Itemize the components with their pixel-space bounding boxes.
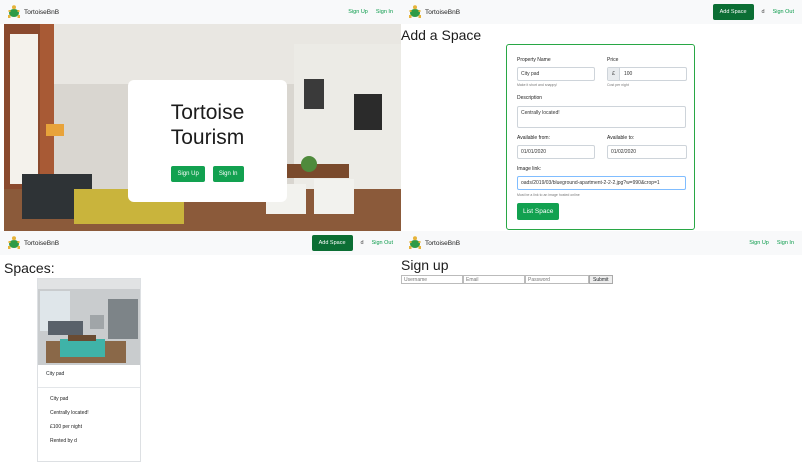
current-user: d bbox=[360, 240, 364, 246]
hero-title-line1: Tortoise bbox=[170, 101, 245, 124]
brand-name: TortoiseBnB bbox=[425, 8, 461, 16]
nav-sign-in-link[interactable]: Sign In bbox=[777, 240, 794, 246]
space-details-list: City pad Centrally located! £100 per nig… bbox=[38, 387, 140, 462]
property-name-label: Property Name bbox=[517, 57, 551, 63]
tortoise-logo-icon bbox=[409, 5, 421, 18]
price-label: Price bbox=[607, 57, 619, 63]
hero-title-line2: Tourism bbox=[170, 126, 245, 149]
space-detail-owner: Rented by d bbox=[50, 438, 77, 444]
page-title: Sign up bbox=[401, 257, 449, 273]
navbar: TortoiseBnB Sign Up Sign In bbox=[401, 231, 802, 255]
brand[interactable]: TortoiseBnB bbox=[7, 4, 59, 20]
price-help: Cost per night bbox=[607, 83, 629, 87]
hero-sign-up-button[interactable]: Sign Up bbox=[171, 166, 205, 182]
email-input[interactable]: Email bbox=[463, 275, 525, 284]
add-space-button[interactable]: Add Space bbox=[311, 235, 353, 251]
nav-links: Add Space d Sign Out bbox=[712, 0, 794, 24]
page-title: Spaces: bbox=[4, 260, 55, 276]
hero-image: Tortoise Tourism Sign Up Sign In bbox=[4, 24, 401, 231]
nav-sign-up-link[interactable]: Sign Up bbox=[348, 9, 368, 15]
page-title: Add a Space bbox=[401, 27, 482, 43]
image-link-help: Must be a link to an image hosted online bbox=[517, 193, 580, 197]
add-space-form: Property Name City pad Make it short and… bbox=[506, 44, 695, 230]
brand-name: TortoiseBnB bbox=[425, 239, 461, 247]
signup-screen: TortoiseBnB Sign Up Sign In Sign up User… bbox=[401, 231, 802, 462]
brand[interactable]: TortoiseBnB bbox=[408, 235, 460, 251]
hero-sign-in-button[interactable]: Sign In bbox=[212, 166, 244, 182]
space-detail-price: £100 per night bbox=[50, 424, 82, 430]
nav-links: Add Space d Sign Out bbox=[311, 231, 393, 255]
sign-out-link[interactable]: Sign Out bbox=[773, 9, 794, 15]
description-textarea[interactable]: Centrally located! bbox=[517, 106, 686, 128]
add-space-button[interactable]: Add Space bbox=[712, 4, 754, 20]
property-name-input[interactable]: City pad bbox=[517, 67, 595, 81]
nav-sign-in-link[interactable]: Sign In bbox=[376, 9, 393, 15]
available-to-input[interactable]: 01/02/2020 bbox=[607, 145, 687, 159]
brand-name: TortoiseBnB bbox=[24, 239, 60, 247]
currency-symbol: £ bbox=[608, 68, 620, 80]
tortoise-logo-icon bbox=[8, 236, 20, 249]
username-input[interactable]: Username bbox=[401, 275, 463, 284]
welcome-card: Tortoise Tourism Sign Up Sign In bbox=[128, 80, 287, 202]
nav-links: Sign Up Sign In bbox=[749, 231, 794, 255]
brand[interactable]: TortoiseBnB bbox=[7, 235, 59, 251]
password-input[interactable]: Password bbox=[525, 275, 589, 284]
space-detail-description: Centrally located! bbox=[50, 410, 89, 416]
current-user: d bbox=[761, 9, 765, 15]
sign-out-link[interactable]: Sign Out bbox=[372, 240, 393, 246]
space-card[interactable]: City pad City pad Centrally located! £10… bbox=[37, 278, 141, 462]
navbar: TortoiseBnB Add Space d Sign Out bbox=[0, 231, 401, 255]
space-card-title: City pad bbox=[46, 371, 65, 377]
navbar: TortoiseBnB Add Space d Sign Out bbox=[401, 0, 802, 24]
list-space-button[interactable]: List Space bbox=[517, 203, 560, 220]
nav-links: Sign Up Sign In bbox=[348, 0, 393, 24]
home-screen: TortoiseBnB Sign Up Sign In Tortoise Tou… bbox=[0, 0, 401, 231]
price-input[interactable]: 100 bbox=[624, 71, 632, 77]
signup-form: Username Email Password Submit bbox=[401, 275, 613, 284]
add-space-screen: TortoiseBnB Add Space d Sign Out Add a S… bbox=[401, 0, 802, 231]
space-image bbox=[38, 279, 140, 365]
tortoise-logo-icon bbox=[8, 5, 20, 18]
available-to-label: Available to: bbox=[607, 135, 635, 141]
available-from-input[interactable]: 01/01/2020 bbox=[517, 145, 595, 159]
description-label: Description bbox=[517, 95, 543, 101]
space-detail-name: City pad bbox=[50, 396, 69, 402]
price-input-group[interactable]: £ 100 bbox=[607, 67, 687, 81]
property-name-help: Make it short and snappy! bbox=[517, 83, 558, 87]
tortoise-logo-icon bbox=[409, 236, 421, 249]
submit-button[interactable]: Submit bbox=[589, 275, 613, 284]
brand[interactable]: TortoiseBnB bbox=[408, 4, 460, 20]
image-link-input[interactable]: oads/2019/03/blueground-apartment-2-2-2.… bbox=[517, 176, 686, 190]
hero-title: Tortoise Tourism bbox=[128, 100, 287, 150]
apartment-photo bbox=[38, 279, 140, 365]
spaces-screen: TortoiseBnB Add Space d Sign Out Spaces:… bbox=[0, 231, 401, 462]
hero-buttons: Sign Up Sign In bbox=[128, 166, 287, 182]
nav-sign-up-link[interactable]: Sign Up bbox=[749, 240, 769, 246]
image-link-label: Image link: bbox=[517, 166, 542, 172]
navbar: TortoiseBnB Sign Up Sign In bbox=[0, 0, 401, 24]
brand-name: TortoiseBnB bbox=[24, 8, 60, 16]
available-from-label: Available from: bbox=[517, 135, 550, 141]
